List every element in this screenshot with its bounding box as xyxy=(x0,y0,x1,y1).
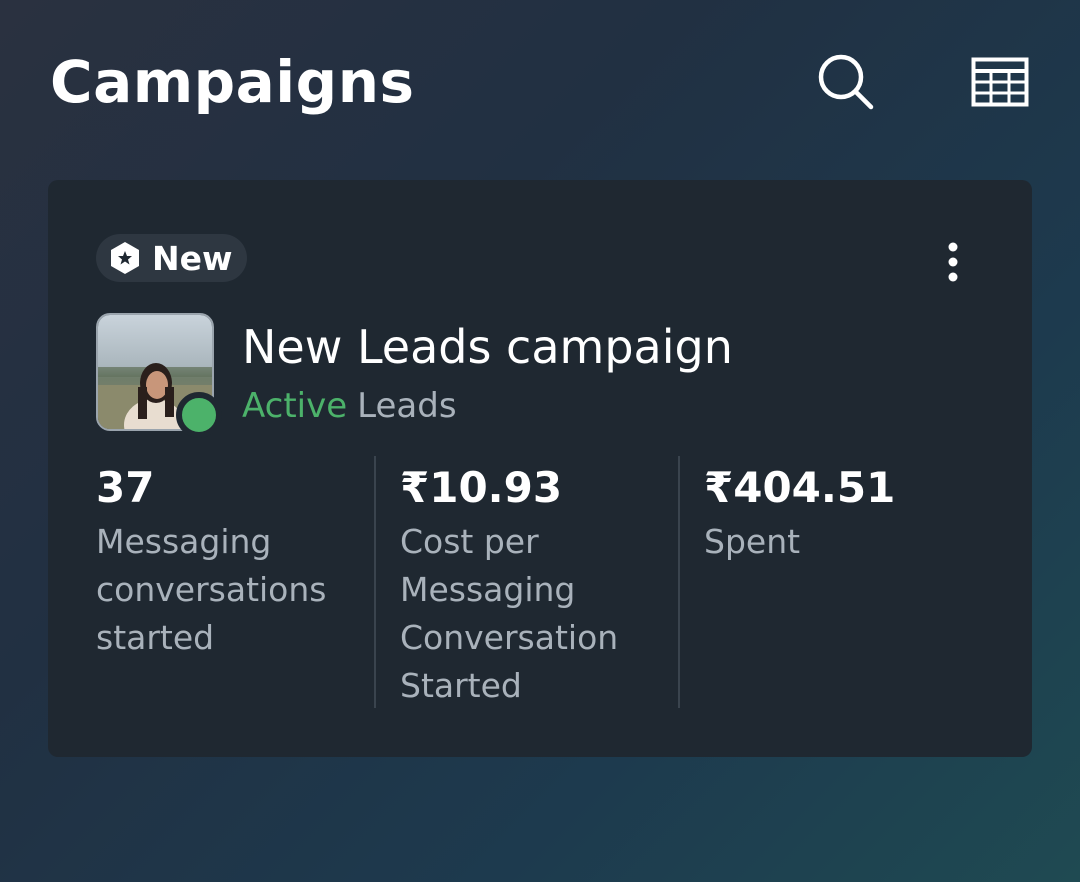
campaign-name[interactable]: New Leads campaign xyxy=(242,320,733,374)
table-view-button[interactable] xyxy=(968,50,1032,114)
metric-divider xyxy=(374,456,376,708)
search-icon xyxy=(818,54,874,110)
campaign-status: Active xyxy=(242,386,348,426)
metric-value: 37 xyxy=(96,463,155,512)
page-title: Campaigns xyxy=(50,48,415,116)
page-header: Campaigns xyxy=(50,40,1032,124)
metric-results: 37 Messaging conversations started xyxy=(96,460,376,662)
metric-value: ₹10.93 xyxy=(400,463,563,512)
more-vertical-icon xyxy=(948,242,958,282)
new-badge: New xyxy=(96,234,247,282)
metric-divider xyxy=(678,456,680,708)
metric-spent: ₹404.51 Spent xyxy=(704,460,984,566)
search-button[interactable] xyxy=(814,50,878,114)
badge-label: New xyxy=(152,238,233,278)
more-options-button[interactable] xyxy=(928,232,978,292)
campaign-meta: Active Leads xyxy=(242,386,457,426)
new-hexagon-icon xyxy=(111,242,139,274)
table-view-icon xyxy=(971,57,1029,107)
campaign-objective: Leads xyxy=(357,386,457,426)
metric-label: Spent xyxy=(704,522,801,561)
active-status-dot xyxy=(176,392,222,438)
metric-label: Messaging conversations started xyxy=(96,522,327,657)
metric-value: ₹404.51 xyxy=(704,463,896,512)
campaign-card[interactable]: New New Leads campaign Active Leads 37 M… xyxy=(48,180,1032,757)
metric-label: Cost per Messaging Conversation Started xyxy=(400,522,619,705)
metric-cost-per-result: ₹10.93 Cost per Messaging Conversation S… xyxy=(400,460,680,710)
